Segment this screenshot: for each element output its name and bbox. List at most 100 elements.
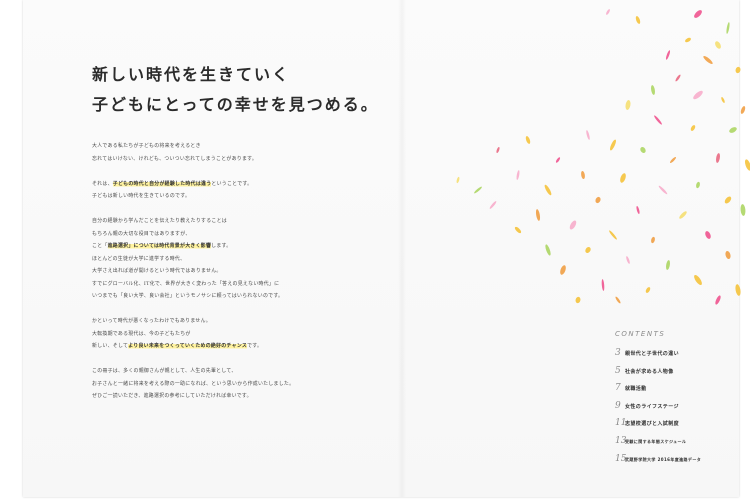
petal-shape [555,157,561,163]
petal-shape [744,159,750,171]
petal-shape [715,295,721,305]
petal-shape [606,9,610,15]
petal-shape [516,170,520,180]
petal-shape [675,74,681,82]
contents-page-number: 13 [615,435,627,446]
petal-shape [654,115,662,125]
contents-page-number: 9 [615,400,621,411]
petal-shape [456,176,460,184]
petal-shape [651,85,655,95]
text-line: こと「進路選択」については時代背景が大きく影響します。 [92,240,392,253]
contents-item-label: 社会が求める人物像 [625,368,674,375]
paragraph-2: それは、子どもの時代と自分が経験した時代は違うということです。 子どもは新しい時… [92,178,392,203]
page-headline: 新しい時代を生きていく 子どもにとっての幸せを見つめる。 [92,60,379,120]
petal-shape [726,22,730,34]
petal-shape [585,247,591,253]
contents-item[interactable]: 11 志望校選びと入試制度 [615,418,750,436]
petal-shape [693,90,703,100]
petal-shape [735,284,741,296]
petal-shape [595,196,601,204]
petal-shape [560,265,566,275]
petal-shape [636,206,640,214]
petal-shape [694,10,702,18]
contents-item-label: 就職活動 [625,386,647,393]
petal-shape [525,136,531,144]
text-line: この冊子は、多くの親御さんが親として、人生の先輩として、 [92,368,237,374]
headline-line-2: 子どもにとっての幸せを見つめる。 [92,95,379,114]
petal-shape [645,287,651,293]
text-line: もちろん親の大切な役目ではありますが、 [92,230,191,237]
petal-shape [581,170,585,180]
petal-shape [694,274,702,286]
highlight-text: 子どもの時代と自分が経験した時代は違う [112,180,212,187]
petal-illustration [456,9,750,305]
text-line: 忘れてはいけない、けれども、ついつい忘れてしまうことがあります。 [92,155,258,162]
petal-shape [665,50,671,60]
paragraph-3: 自分の経験から学んだことを伝えたり教えたりすることは もちろん親の大切な役目では… [92,215,392,303]
petal-shape [640,147,646,153]
petal-shape [610,139,616,151]
text-line: 大転換期である現代は、今の子どもたちが [92,330,191,337]
contents-list: 3 親世代と子世代の違い 5 社会が求める人物像 7 就職活動 9 女性のライフステージ 11 志… [615,348,750,471]
petal-shape [651,236,655,244]
text-fragment: 新しい、そして [92,343,129,349]
petal-shape [696,181,700,189]
contents-item[interactable]: 5 社会が求める人物像 [615,366,750,384]
petal-shape [724,196,732,204]
contents-item[interactable]: 3 親世代と子世代の違い [615,348,750,366]
contents-page-number: 7 [615,383,621,394]
text-line: お子さんと一緒に将来を考える際の一助になれば、という思いから作成いたしました。 [92,380,295,387]
headline-line-1: 新しい時代を生きていく [92,65,291,84]
text-fragment: です。 [247,343,263,349]
petal-shape [716,153,720,163]
highlight-text: より良い未来をつくっていくための絶好のチャンス [128,343,248,349]
petal-shape [601,279,605,291]
petal-shape [586,130,590,140]
text-line: それは、子どもの時代と自分が経験した時代は違うということです。 [92,178,392,191]
petal-shape [658,185,668,195]
petal-shape [474,186,482,194]
petal-shape [735,66,741,74]
contents-page-number: 5 [615,365,621,376]
text-line: いつまでも「良い大学、良い会社」というモノサシに頼ってはいられないのです。 [92,293,284,299]
text-line: 自分の経験から学んだことを伝えたり教えたりすることは [92,218,227,224]
brochure-spread: 新しい時代を生きていく 子どもにとっての幸せを見つめる。 大人である私たちが子ど… [23,0,750,497]
petal-shape [635,16,641,24]
petal-shape [514,226,522,234]
table-of-contents: CONTENTS 3 親世代と子世代の違い 5 社会が求める人物像 7 就職活動 9 女性のラ… [615,330,750,471]
petal-shape [545,244,551,256]
contents-item-label: 女性のライフステージ [625,403,679,410]
paragraph-5: この冊子は、多くの親御さんが親として、人生の先輩として、 お子さんと一緒に将来を… [92,365,392,403]
petal-shape [489,201,497,209]
text-line: 大学さえ出れば道が開けるという時代ではありません。 [92,268,222,274]
petal-shape [729,127,737,133]
text-fragment: ということです。 [211,180,253,187]
petal-shape [609,230,617,240]
petal-shape [715,41,721,49]
petal-shape [690,125,696,131]
petal-shape [626,256,630,264]
contents-item[interactable]: 13 受験に関する年間スケジュール [615,436,750,454]
petal-shape [575,296,581,304]
petal-shape [544,184,552,196]
contents-item[interactable]: 7 就職活動 [615,383,750,401]
petal-shape [535,209,541,221]
petal-shape [625,100,631,110]
petal-shape [703,55,713,65]
contents-item[interactable]: 15 武蔵野学院大学 2016年度進路データ [615,454,750,472]
contents-page-number: 11 [615,418,627,429]
text-line: 新しい、そしてより良い未来をつくっていくための絶好のチャンスです。 [92,340,392,353]
text-line: 子どもは新しい時代を生きているのです。 [92,193,191,199]
petal-shape [740,106,746,114]
text-line: すでにグローバル化、IT化で、世界が大きく変わった「答えの見えない時代」に [92,280,280,287]
petal-shape [669,156,677,164]
petal-shape [740,204,746,216]
contents-item[interactable]: 9 女性のライフステージ [615,401,750,419]
contents-title: CONTENTS [615,330,666,338]
petal-shape [620,173,626,183]
contents-item-label: 志望校選びと入試制度 [625,421,680,428]
petal-shape [705,231,711,239]
contents-page-number: 3 [615,348,621,358]
text-fragment: それは、 [92,180,113,187]
text-line: かといって時代が悪くなったわけでもありません。 [92,318,211,324]
